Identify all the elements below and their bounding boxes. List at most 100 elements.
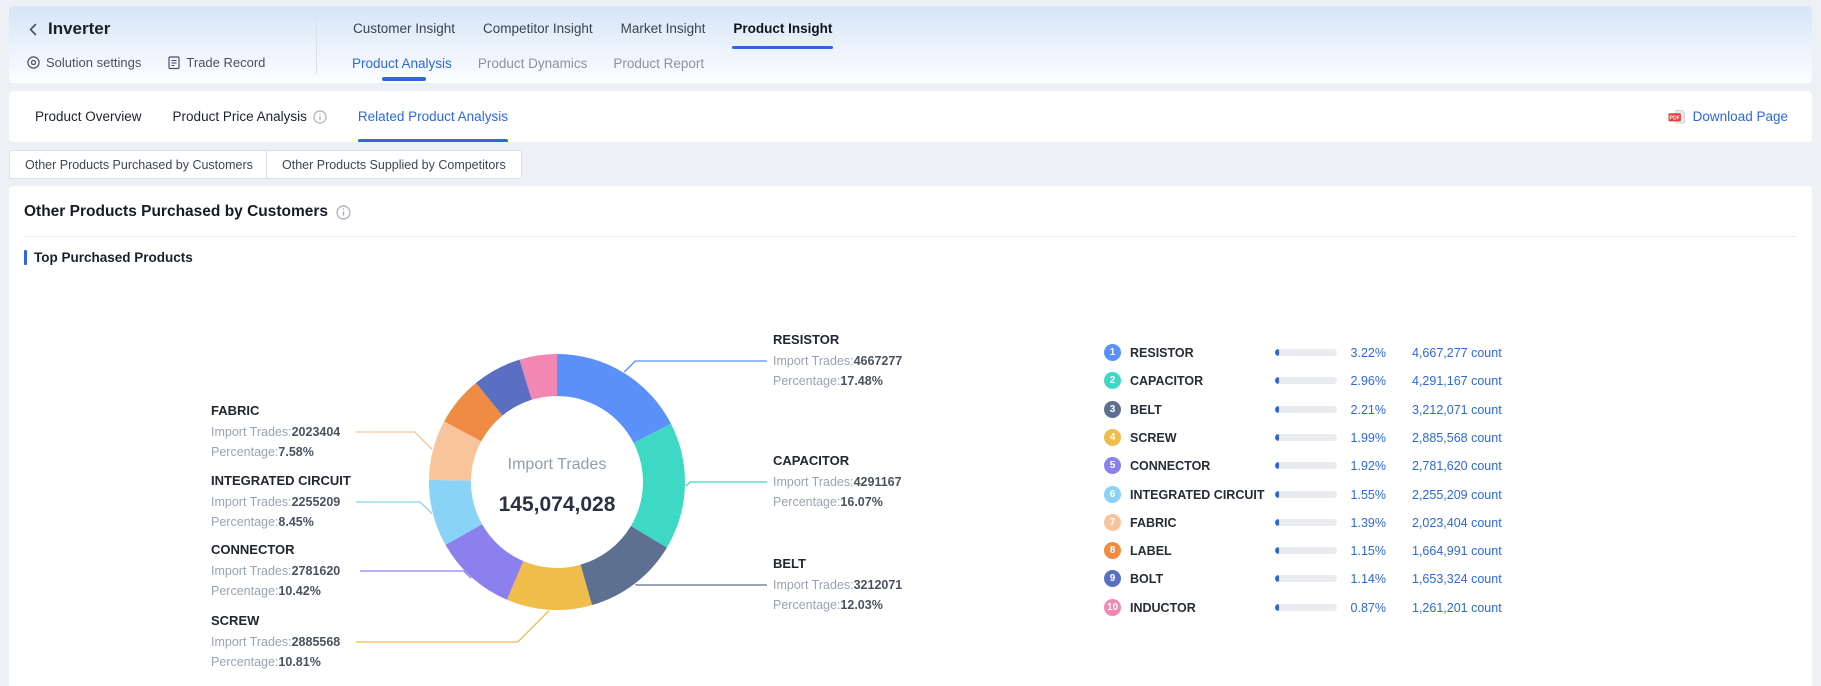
share-progress-fill [1275, 491, 1279, 498]
filter-other-products-purchased[interactable]: Other Products Purchased by Customers [9, 150, 269, 179]
share-progress-fill [1275, 406, 1279, 413]
rank-row-inductor[interactable]: 10INDUCTOR0.87%1,261,201 count [1096, 594, 1566, 622]
tab-market-insight[interactable]: Market Insight [620, 8, 707, 49]
share-percentage: 1.55% [1328, 481, 1386, 509]
tab-label: Market Insight [621, 21, 706, 36]
subtab-product-dynamics[interactable]: Product Dynamics [478, 56, 588, 71]
rank-badge: 5 [1104, 457, 1121, 474]
download-page-label: Download Page [1693, 109, 1788, 124]
rank-row-label[interactable]: 8LABEL1.15%1,664,991 count [1096, 537, 1566, 565]
rank-row-fabric[interactable]: 7FABRIC1.39%2,023,404 count [1096, 509, 1566, 537]
callout-trades-value: 4291167 [854, 475, 902, 489]
analysis-tab-label: Product Price Analysis [173, 109, 307, 124]
rank-row-screw[interactable]: 4SCREW1.99%2,885,568 count [1096, 424, 1566, 452]
rank-badge: 8 [1104, 542, 1121, 559]
tab-label: Competitor Insight [483, 21, 593, 36]
rank-badge: 10 [1104, 599, 1121, 616]
solution-settings-button[interactable]: Solution settings [26, 55, 141, 70]
donut-callout-integrated-circuit: INTEGRATED CIRCUITImport Trades:2255209P… [211, 472, 441, 532]
rank-badge: 1 [1104, 344, 1121, 361]
info-icon[interactable] [313, 110, 327, 124]
analysis-tab-related-product-analysis[interactable]: Related Product Analysis [358, 91, 508, 142]
active-analysis-tab-indicator [358, 139, 508, 142]
header-title-group: Inverter [26, 19, 110, 39]
callout-trades-prefix: Import Trades: [211, 495, 292, 509]
donut-callout-resistor: RESISTORImport Trades:4667277Percentage:… [773, 331, 1003, 391]
subtab-product-analysis[interactable]: Product Analysis [352, 56, 452, 71]
product-name: RESISTOR [1130, 339, 1194, 367]
tab-product-insight[interactable]: Product Insight [732, 8, 833, 49]
tab-competitor-insight[interactable]: Competitor Insight [482, 8, 594, 49]
callout-pct-prefix: Percentage: [773, 598, 840, 612]
callout-pct-value: 10.81% [278, 655, 320, 669]
back-button[interactable] [26, 22, 41, 37]
trade-count: 1,653,324 count [1412, 565, 1502, 593]
donut-callout-belt: BELTImport Trades:3212071Percentage:12.0… [773, 555, 1003, 615]
section-title: Other Products Purchased by Customers [24, 203, 328, 221]
callout-product-name: BELT [773, 555, 1003, 572]
callout-pct-value: 10.42% [278, 584, 320, 598]
callout-import-trades: Import Trades:2781620 [211, 561, 441, 581]
subsection-accent-bar [24, 250, 27, 265]
analysis-tab-product-price-analysis[interactable]: Product Price Analysis [173, 91, 327, 142]
share-percentage: 2.21% [1328, 396, 1386, 424]
callout-import-trades: Import Trades:4291167 [773, 472, 1003, 492]
analysis-tab-product-overview[interactable]: Product Overview [35, 91, 142, 142]
top-products-list: 1 RESISTOR 3.22% 4,667,277 count2CAPACITOR2… [1096, 339, 1566, 639]
rank-row-connector[interactable]: 5CONNECTOR1.92%2,781,620 count [1096, 452, 1566, 480]
app-root: Inverter Solution settings Trade Record [0, 0, 1821, 686]
callout-trades-value: 2885568 [292, 635, 341, 649]
callout-pct-prefix: Percentage: [211, 445, 278, 459]
callout-import-trades: Import Trades:2885568 [211, 632, 441, 652]
share-progress-fill [1275, 434, 1279, 441]
active-subtab-indicator [382, 77, 426, 81]
share-progress-fill [1275, 547, 1279, 554]
callout-product-name: CAPACITOR [773, 452, 1003, 469]
callout-pct-value: 7.58% [278, 445, 313, 459]
callout-trades-prefix: Import Trades: [773, 578, 854, 592]
callout-pct-prefix: Percentage: [773, 495, 840, 509]
info-icon[interactable] [336, 205, 351, 220]
share-progress-fill [1275, 462, 1279, 469]
subtab-product-report[interactable]: Product Report [613, 56, 704, 71]
rank-badge: 6 [1104, 486, 1121, 503]
analysis-toolbar: Product Overview Product Price Analysis Re… [9, 91, 1812, 142]
subsection-title: Top Purchased Products [34, 250, 193, 265]
rank-row-belt[interactable]: 3BELT2.21%3,212,071 count [1096, 396, 1566, 424]
rank-row-resistor[interactable]: 1 RESISTOR 3.22% 4,667,277 count [1096, 339, 1566, 367]
filter-other-products-supplied[interactable]: Other Products Supplied by Competitors [266, 150, 522, 179]
share-progress-fill [1275, 575, 1279, 582]
trade-count: 1,261,201 count [1412, 594, 1502, 622]
download-page-button[interactable]: PDF Download Page [1668, 91, 1788, 142]
trade-count: 4,667,277 count [1412, 339, 1502, 367]
tab-customer-insight[interactable]: Customer Insight [352, 8, 456, 49]
rank-badge: 7 [1104, 514, 1121, 531]
share-percentage: 1.99% [1328, 424, 1386, 452]
trade-count: 2,023,404 count [1412, 509, 1502, 537]
callout-percentage: Percentage:10.42% [211, 581, 441, 601]
page-title: Inverter [48, 19, 110, 39]
filter-label: Other Products Supplied by Competitors [282, 158, 506, 172]
rank-row-integrated-circuit[interactable]: 6INTEGRATED CIRCUIT1.55%2,255,209 count [1096, 481, 1566, 509]
callout-product-name: CONNECTOR [211, 541, 441, 558]
callout-trades-value: 2255209 [292, 495, 341, 509]
trade-record-button[interactable]: Trade Record [167, 55, 265, 70]
chevron-left-icon [26, 22, 41, 37]
callout-import-trades: Import Trades:2255209 [211, 492, 441, 512]
callout-pct-value: 12.03% [840, 598, 882, 612]
rank-badge: 4 [1104, 429, 1121, 446]
callout-import-trades: Import Trades:4667277 [773, 351, 1003, 371]
rank-badge: 9 [1104, 570, 1121, 587]
rank-row-capacitor[interactable]: 2CAPACITOR2.96%4,291,167 count [1096, 367, 1566, 395]
donut-center-label: Import Trades [457, 456, 657, 474]
callout-pct-prefix: Percentage: [773, 374, 840, 388]
product-name: BELT [1130, 396, 1162, 424]
callout-percentage: Percentage:16.07% [773, 492, 1003, 512]
rank-row-bolt[interactable]: 9BOLT1.14%1,653,324 count [1096, 565, 1566, 593]
callout-pct-prefix: Percentage: [211, 515, 278, 529]
callout-pct-value: 8.45% [278, 515, 313, 529]
product-name: SCREW [1130, 424, 1177, 452]
share-percentage: 3.22% [1328, 339, 1386, 367]
donut-callout-fabric: FABRICImport Trades:2023404Percentage:7.… [211, 402, 441, 462]
callout-product-name: FABRIC [211, 402, 441, 419]
